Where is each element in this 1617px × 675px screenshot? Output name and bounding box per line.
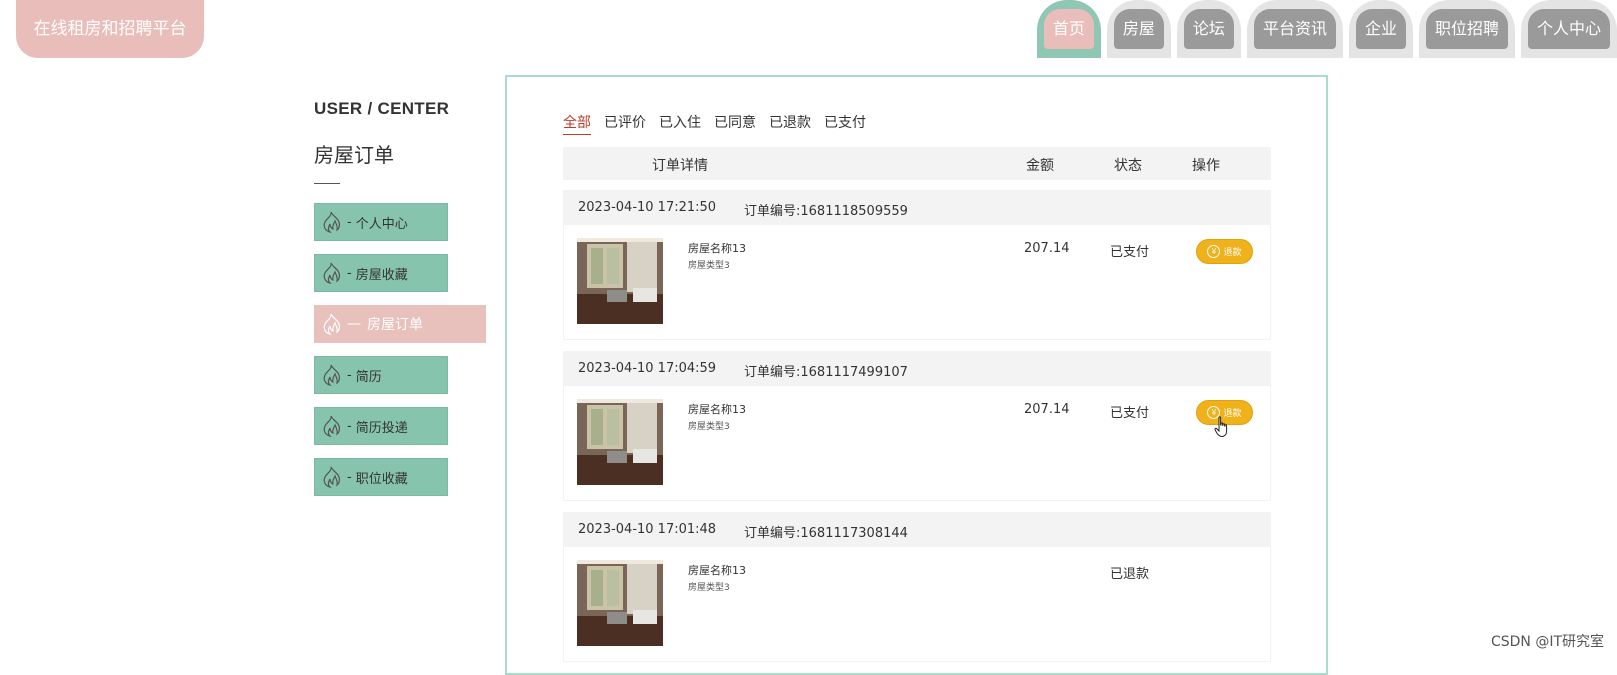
order-header: 2023-04-10 17:21:50 订单编号:1681118509559 (564, 191, 1270, 225)
house-photo[interactable] (577, 238, 663, 324)
nav-label: 论坛 (1183, 9, 1234, 49)
order-body: 房屋名称13 房屋类型3 207.14 已支付 ¥ 退款 (564, 386, 1270, 502)
house-type: 房屋类型3 (688, 422, 730, 432)
watermark: CSDN @IT研究室 (1490, 634, 1604, 650)
sidebar-divider (314, 183, 340, 184)
flame-icon (321, 211, 341, 233)
sidebar-item-label: 房屋收藏 (355, 267, 408, 283)
header-action: 操作 (1192, 158, 1220, 174)
tab-refunded[interactable]: 已退款 (769, 112, 811, 135)
order-amount: 207.14 (1024, 402, 1070, 417)
order-body: 房屋名称13 房屋类型3 207.14 已支付 ¥ 退款 (564, 225, 1270, 341)
house-name[interactable]: 房屋名称13 (688, 562, 746, 578)
flame-icon (321, 466, 341, 488)
sidebar-item-resume-delivery[interactable]: - 简历投递 (314, 407, 448, 445)
tab-paid[interactable]: 已支付 (824, 112, 866, 135)
house-name[interactable]: 房屋名称13 (688, 240, 746, 256)
order-header: 2023-04-10 17:04:59 订单编号:1681117499107 (564, 352, 1270, 386)
order-status: 已支付 (1110, 406, 1150, 421)
table-header: 订单详情 金额 状态 操作 (563, 147, 1271, 180)
tab-checked-in[interactable]: 已入住 (659, 112, 701, 135)
order-number: 订单编号:1681117499107 (744, 365, 908, 380)
sidebar-item-label: 简历投递 (355, 420, 408, 436)
sidebar-item-label: 房屋订单 (367, 317, 423, 333)
order-time: 2023-04-10 17:01:48 (578, 522, 717, 537)
header-amount: 金额 (1026, 158, 1054, 174)
sidebar-item-dash: - (347, 418, 352, 434)
house-photo[interactable] (577, 399, 663, 485)
nav-label: 平台资讯 (1253, 9, 1336, 49)
sidebar-item-house-orders[interactable]: — 房屋订单 (314, 305, 486, 343)
order-card: 2023-04-10 17:01:48 订单编号:1681117308144 房屋名… (563, 512, 1271, 662)
nav-label: 企业 (1355, 9, 1406, 49)
sidebar-item-dash: - (347, 214, 352, 230)
hand-cursor-icon (1214, 416, 1228, 438)
order-body: 房屋名称13 房屋类型3 已退款 (564, 547, 1270, 663)
order-card: 2023-04-10 17:21:50 订单编号:1681118509559 房屋名… (563, 190, 1271, 340)
order-header: 2023-04-10 17:01:48 订单编号:1681117308144 (564, 513, 1270, 547)
order-status: 已支付 (1110, 245, 1150, 260)
house-photo[interactable] (577, 560, 663, 646)
sidebar-item-label: 个人中心 (355, 216, 408, 232)
order-amount: 207.14 (1024, 241, 1070, 256)
tab-reviewed[interactable]: 已评价 (604, 112, 646, 135)
nav-house[interactable]: 房屋 (1106, 0, 1171, 58)
sidebar-item-job-favorites[interactable]: - 职位收藏 (314, 458, 448, 496)
nav-home[interactable]: 首页 (1036, 0, 1101, 58)
yen-icon: ¥ (1207, 245, 1221, 258)
order-filter-tabs: 全部 已评价 已入住 已同意 已退款 已支付 (563, 112, 879, 135)
flame-icon (321, 262, 341, 284)
sidebar-item-dash: - (347, 469, 352, 485)
sidebar-title: 房屋订单 (314, 143, 394, 167)
order-time: 2023-04-10 17:04:59 (578, 361, 717, 376)
nav-user-center[interactable]: 个人中心 (1520, 0, 1617, 58)
nav-label: 房屋 (1113, 9, 1164, 49)
nav-news[interactable]: 平台资讯 (1246, 0, 1343, 58)
sidebar-item-label: 职位收藏 (355, 471, 408, 487)
site-logo[interactable]: 在线租房和招聘平台 (16, 0, 204, 58)
flame-icon (321, 313, 341, 335)
sidebar-title-en: USER / CENTER (314, 99, 450, 118)
nav-company[interactable]: 企业 (1348, 0, 1413, 58)
nav-label: 职位招聘 (1425, 9, 1508, 49)
sidebar-item-label: 简历 (355, 369, 382, 385)
flame-icon (321, 364, 341, 386)
sidebar-item-dash: - (347, 367, 352, 383)
order-card: 2023-04-10 17:04:59 订单编号:1681117499107 房屋名… (563, 351, 1271, 501)
header-detail: 订单详情 (652, 158, 708, 174)
nav-forum[interactable]: 论坛 (1176, 0, 1241, 58)
flame-icon (321, 415, 341, 437)
order-number: 订单编号:1681118509559 (744, 204, 908, 219)
house-type: 房屋类型3 (688, 261, 730, 271)
header-status: 状态 (1114, 158, 1142, 174)
order-time: 2023-04-10 17:21:50 (578, 200, 717, 215)
house-name[interactable]: 房屋名称13 (688, 401, 746, 417)
sidebar-item-dash: — (347, 316, 361, 332)
nav-label: 首页 (1043, 9, 1094, 49)
orders-panel: 全部 已评价 已入住 已同意 已退款 已支付 订单详情 金额 状态 操作 202… (505, 75, 1328, 675)
order-status: 已退款 (1110, 567, 1150, 582)
main-nav: 首页 房屋 论坛 平台资讯 企业 职位招聘 个人中心 (1031, 0, 1617, 58)
house-type: 房屋类型3 (688, 583, 730, 593)
refund-label: 退款 (1223, 247, 1242, 257)
tab-all[interactable]: 全部 (563, 112, 591, 135)
refund-button[interactable]: ¥ 退款 (1196, 239, 1253, 264)
order-number: 订单编号:1681117308144 (744, 526, 908, 541)
sidebar-item-user-center[interactable]: - 个人中心 (314, 203, 448, 241)
sidebar-item-house-favorites[interactable]: - 房屋收藏 (314, 254, 448, 292)
sidebar-item-dash: - (347, 265, 352, 281)
nav-label: 个人中心 (1527, 9, 1610, 49)
sidebar-item-resume[interactable]: - 简历 (314, 356, 448, 394)
tab-approved[interactable]: 已同意 (714, 112, 756, 135)
nav-jobs[interactable]: 职位招聘 (1418, 0, 1515, 58)
